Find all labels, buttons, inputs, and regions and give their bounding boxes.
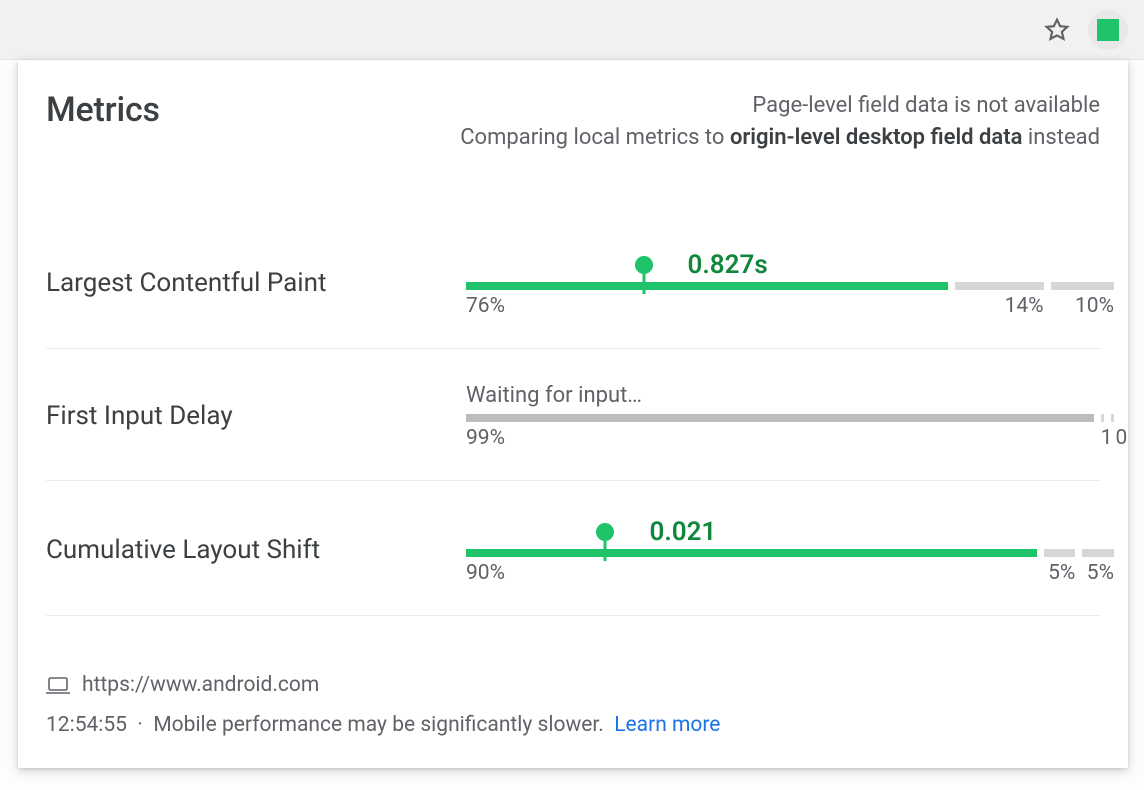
metric-fid-bar [466, 414, 1100, 422]
extension-badge[interactable] [1088, 10, 1128, 50]
pct-poor: 0 [1115, 426, 1127, 450]
metric-lcp-visual: 0.827s 76% 14% 10% [466, 248, 1100, 318]
web-vitals-panel: Metrics Page-level field data is not ava… [18, 60, 1128, 768]
bar-seg-needs-improvement [1044, 549, 1076, 557]
metric-fid-name: First Input Delay [46, 401, 446, 431]
metric-cls-marker [596, 523, 614, 541]
panel-footer: https://www.android.com 12:54:55 · Mobil… [46, 666, 1100, 746]
footer-url-row: https://www.android.com [46, 666, 1100, 706]
web-vitals-extension-icon [1097, 19, 1119, 41]
metric-fid-pct: 99% 1 0 [466, 426, 1100, 450]
availability-line2: Comparing local metrics to origin-level … [460, 122, 1100, 154]
pct-poor: 5% [1082, 561, 1114, 585]
metric-fid: First Input Delay Waiting for input… 99%… [46, 349, 1100, 481]
learn-more-link[interactable]: Learn more [614, 713, 720, 737]
metric-cls-pct: 90% 5% 5% [466, 561, 1100, 585]
bar-seg-needs-improvement [1101, 414, 1104, 422]
metric-cls: Cumulative Layout Shift 0.021 90% 5% 5% [46, 481, 1100, 616]
metric-lcp-marker [635, 256, 653, 274]
pct-ni: 5% [1044, 561, 1076, 585]
metric-cls-name: Cumulative Layout Shift [46, 535, 446, 565]
bar-seg-good [466, 282, 948, 290]
metric-fid-visual: Waiting for input… 99% 1 0 [466, 383, 1100, 450]
pct-ni: 1 [1101, 426, 1113, 450]
bar-seg-needs-improvement [955, 282, 1044, 290]
bar-seg-poor [1051, 282, 1114, 290]
bar-seg-poor [1082, 549, 1114, 557]
metric-fid-waiting: Waiting for input… [466, 383, 1100, 408]
laptop-icon [46, 677, 70, 695]
panel-header: Metrics Page-level field data is not ava… [46, 90, 1100, 154]
panel-title: Metrics [46, 90, 160, 130]
browser-omnibox-bar [0, 0, 1144, 60]
pct-ni: 14% [955, 294, 1044, 318]
metric-cls-value: 0.021 [649, 517, 716, 547]
background-page-glyph: t [0, 395, 6, 478]
footer-note: Mobile performance may be significantly … [153, 713, 603, 737]
metric-cls-value-row: 0.021 [466, 515, 1100, 549]
pct-poor: 10% [1051, 294, 1114, 318]
metric-lcp: Largest Contentful Paint 0.827s 76% 14% … [46, 214, 1100, 349]
footer-time: 12:54:55 [46, 713, 127, 737]
metric-cls-visual: 0.021 90% 5% 5% [466, 515, 1100, 585]
metric-lcp-bar [466, 282, 1100, 290]
bar-seg-good [466, 414, 1094, 422]
bar-seg-good [466, 549, 1037, 557]
metric-lcp-value-row: 0.827s [466, 248, 1100, 282]
bar-seg-poor [1111, 414, 1114, 422]
pct-good: 99% [466, 426, 1094, 450]
footer-note-row: 12:54:55 · Mobile performance may be sig… [46, 706, 1100, 746]
availability-line1: Page-level field data is not available [460, 90, 1100, 122]
bookmark-star-icon[interactable] [1044, 17, 1070, 43]
pct-good: 76% [466, 294, 948, 318]
footer-sep: · [137, 713, 143, 737]
pct-good: 90% [466, 561, 1037, 585]
metric-cls-bar [466, 549, 1100, 557]
availability-note: Page-level field data is not available C… [460, 90, 1100, 154]
metric-lcp-name: Largest Contentful Paint [46, 268, 446, 298]
metric-lcp-value: 0.827s [688, 250, 768, 280]
metric-lcp-pct: 76% 14% 10% [466, 294, 1100, 318]
footer-url: https://www.android.com [82, 666, 319, 706]
